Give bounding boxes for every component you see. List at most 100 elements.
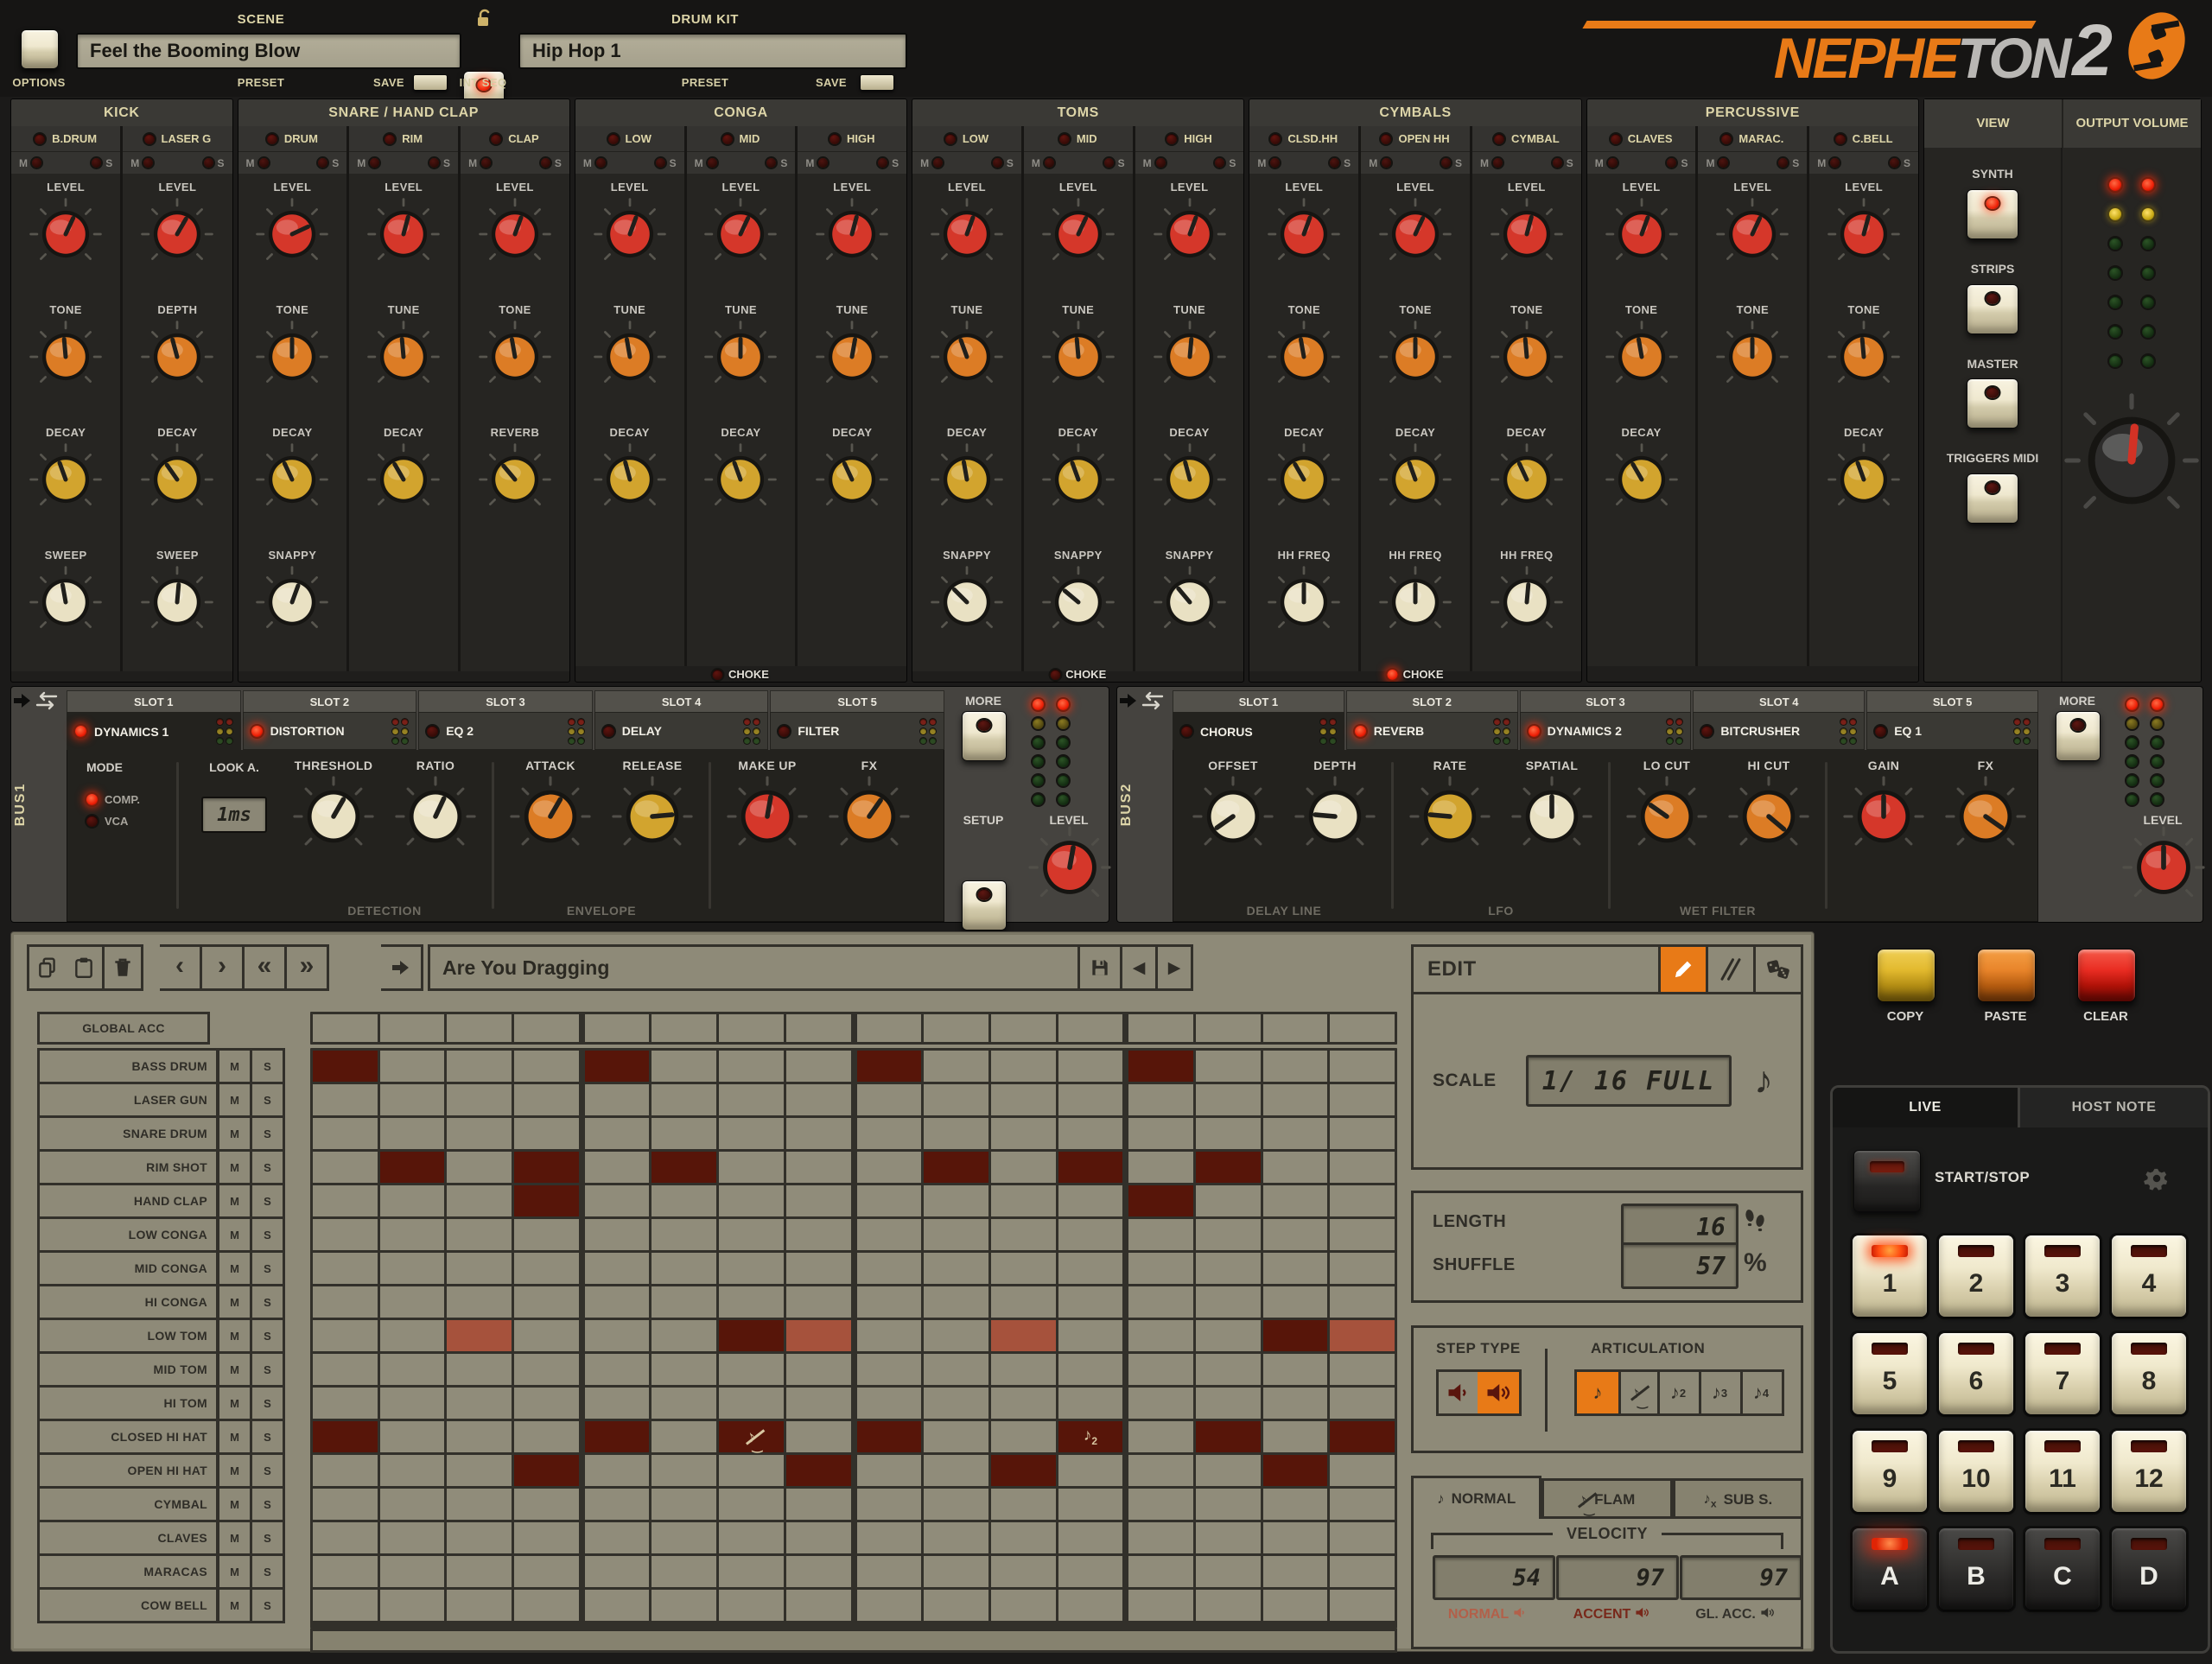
knob-dial[interactable]	[930, 442, 1004, 521]
global-accent-step-1[interactable]	[313, 1014, 378, 1042]
save-pattern-button[interactable]	[1077, 947, 1120, 988]
step-mid-conga-14[interactable]	[1196, 1253, 1261, 1284]
solo-button[interactable]: S	[541, 157, 562, 169]
step-laser-gun-11[interactable]	[991, 1084, 1056, 1115]
track-button-laser-gun[interactable]: LASER GUN	[37, 1082, 219, 1118]
step-snare-drum-2[interactable]	[380, 1118, 445, 1149]
view-button-strips-key[interactable]	[1967, 284, 2018, 334]
edit-tab-sub-s[interactable]: ♪xSUB S.	[1673, 1478, 1803, 1519]
step-bass-drum-1[interactable]	[313, 1051, 378, 1082]
bus-slot-tab-5[interactable]: SLOT 5	[770, 690, 944, 712]
step-hi-conga-8[interactable]	[786, 1286, 851, 1318]
step-claves-12[interactable]	[1058, 1522, 1123, 1553]
step-mid-tom-11[interactable]	[991, 1354, 1056, 1385]
solo-button[interactable]: S	[429, 157, 450, 169]
choke-indicator[interactable]: CHOKE	[713, 668, 769, 681]
step-hi-conga-14[interactable]	[1196, 1286, 1261, 1318]
mute-button[interactable]: M	[1480, 157, 1503, 169]
step-laser-gun-6[interactable]	[652, 1084, 716, 1115]
step-laser-gun-2[interactable]	[380, 1084, 445, 1115]
step-hi-conga-6[interactable]	[652, 1286, 716, 1318]
step-claves-8[interactable]	[786, 1522, 851, 1553]
step-low-tom-7[interactable]	[719, 1320, 784, 1351]
step-mid-tom-14[interactable]	[1196, 1354, 1261, 1385]
knob-dial[interactable]	[1490, 442, 1564, 521]
step-open-hi-hat-7[interactable]	[719, 1455, 784, 1486]
step-mid-tom-3[interactable]	[447, 1354, 512, 1385]
track-solo-low-tom[interactable]: S	[250, 1318, 285, 1354]
mute-button[interactable]: M	[19, 157, 41, 169]
step-closed-hi-hat-2[interactable]	[380, 1421, 445, 1452]
global-accent-step-4[interactable]	[514, 1014, 579, 1042]
global-accent-step-9[interactable]	[857, 1014, 922, 1042]
bus-slot-distortion[interactable]: DISTORTION	[243, 712, 417, 750]
knob-dial[interactable]	[1490, 320, 1564, 398]
solo-button[interactable]: S	[766, 157, 787, 169]
step-claves-2[interactable]	[380, 1522, 445, 1553]
step-cymbal-14[interactable]	[1196, 1489, 1261, 1520]
step-closed-hi-hat-7[interactable]: ♪‿	[719, 1421, 784, 1452]
step-hi-tom-5[interactable]	[585, 1388, 650, 1419]
knob-dial[interactable]	[29, 197, 103, 276]
track-mute-laser-gun[interactable]: M	[217, 1082, 252, 1118]
step-open-hi-hat-1[interactable]	[313, 1455, 378, 1486]
track-mute-low-conga[interactable]: M	[217, 1216, 252, 1253]
knob-dial[interactable]	[29, 565, 103, 644]
step-hi-conga-7[interactable]	[719, 1286, 784, 1318]
track-button-maracas[interactable]: MARACAS	[37, 1553, 219, 1590]
step-snare-drum-3[interactable]	[447, 1118, 512, 1149]
track-mute-low-tom[interactable]: M	[217, 1318, 252, 1354]
step-bass-drum-6[interactable]	[652, 1051, 716, 1082]
knob-dial[interactable]	[255, 565, 329, 644]
global-accent-step-10[interactable]	[924, 1014, 988, 1042]
step-mid-tom-9[interactable]	[857, 1354, 922, 1385]
step-open-hi-hat-16[interactable]	[1330, 1455, 1395, 1486]
step-mid-conga-13[interactable]	[1128, 1253, 1193, 1284]
solo-button[interactable]: S	[204, 157, 225, 169]
next-pattern-button[interactable]: ›	[202, 944, 245, 991]
solo-button[interactable]: S	[878, 157, 899, 169]
step-open-hi-hat-13[interactable]	[1128, 1455, 1193, 1486]
knob-dial[interactable]	[703, 442, 778, 521]
track-solo-cymbal[interactable]: S	[250, 1486, 285, 1522]
step-maracas-15[interactable]	[1263, 1556, 1328, 1587]
step-mid-conga-5[interactable]	[585, 1253, 650, 1284]
step-cow-bell-2[interactable]	[380, 1590, 445, 1621]
track-mute-claves[interactable]: M	[217, 1520, 252, 1556]
step-low-conga-13[interactable]	[1128, 1219, 1193, 1250]
step-low-conga-15[interactable]	[1263, 1219, 1328, 1250]
step-low-tom-1[interactable]	[313, 1320, 378, 1351]
bus-slot-filter[interactable]: FILTER	[770, 712, 944, 750]
bus-slot-tab-3[interactable]: SLOT 3	[1520, 690, 1692, 712]
step-closed-hi-hat-8[interactable]	[786, 1421, 851, 1452]
pad-1-key[interactable]: 1	[1853, 1235, 1927, 1317]
setup-button[interactable]	[962, 880, 1007, 930]
step-claves-16[interactable]	[1330, 1522, 1395, 1553]
delete-pattern-button[interactable]	[105, 944, 143, 991]
global-accent-step-12[interactable]	[1058, 1014, 1123, 1042]
knob-dial[interactable]	[1842, 775, 1925, 862]
step-rim-shot-9[interactable]	[857, 1152, 922, 1183]
output-volume-knob[interactable]	[2063, 391, 2201, 534]
knob-dial[interactable]	[1267, 565, 1341, 644]
pad-7-key[interactable]: 7	[2025, 1333, 2100, 1414]
pad-6-key[interactable]: 6	[1939, 1333, 2013, 1414]
step-low-tom-4[interactable]	[514, 1320, 579, 1351]
step-cymbal-11[interactable]	[991, 1489, 1056, 1520]
step-rim-shot-13[interactable]	[1128, 1152, 1193, 1183]
step-claves-11[interactable]	[991, 1522, 1056, 1553]
step-bass-drum-4[interactable]	[514, 1051, 579, 1082]
step-hi-tom-2[interactable]	[380, 1388, 445, 1419]
track-solo-laser-gun[interactable]: S	[250, 1082, 285, 1118]
knob-dial[interactable]	[1378, 197, 1452, 276]
step-hi-conga-1[interactable]	[313, 1286, 378, 1318]
step-rim-shot-4[interactable]	[514, 1152, 579, 1183]
step-laser-gun-7[interactable]	[719, 1084, 784, 1115]
step-laser-gun-15[interactable]	[1263, 1084, 1328, 1115]
edit-tab-flam[interactable]: ♪‿FLAM	[1541, 1478, 1672, 1519]
global-accent-step-6[interactable]	[652, 1014, 716, 1042]
step-rim-shot-10[interactable]	[924, 1152, 988, 1183]
knob-dial[interactable]	[1378, 442, 1452, 521]
step-laser-gun-3[interactable]	[447, 1084, 512, 1115]
step-mid-conga-12[interactable]	[1058, 1253, 1123, 1284]
